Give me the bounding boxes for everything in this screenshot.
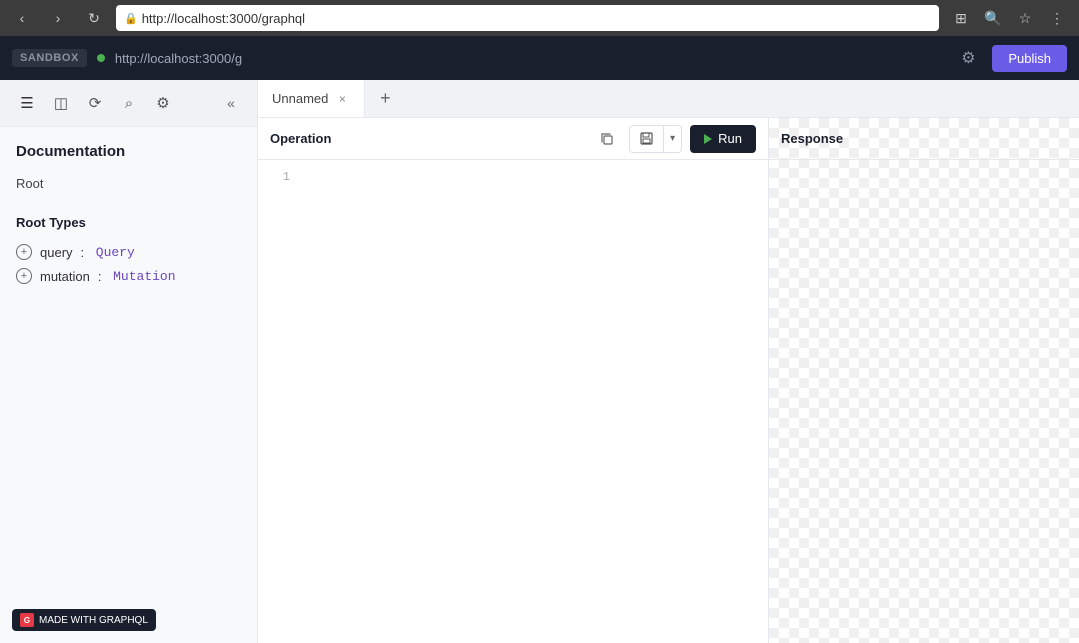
mutation-type-item[interactable]: + mutation: Mutation [16, 264, 241, 288]
docs-tool-button[interactable]: ☰ [12, 88, 42, 118]
search-tool-button[interactable]: ⌕ [114, 88, 144, 118]
sidebar: ☰ ◫ ⟳ ⌕ ⚙ « Documentation Root Root Type… [0, 80, 258, 643]
made-with-label: MADE WITH GRAPHQL [39, 615, 148, 626]
tabs-bar: Unnamed × + [258, 80, 1079, 118]
sandbox-badge: SANDBOX [12, 49, 87, 67]
browser-icons: ⊞ 🔍 ☆ ⋮ [947, 4, 1071, 32]
address-bar[interactable]: 🔒 http://localhost:3000/graphql [116, 5, 939, 31]
line-number-1: 1 [270, 170, 290, 184]
history-tool-button[interactable]: ⟳ [80, 88, 110, 118]
endpoint-url[interactable]: http://localhost:3000/g [115, 51, 945, 66]
sidebar-content: Documentation Root Root Types + query: Q… [0, 127, 257, 601]
panels-row: Operation [258, 118, 1079, 643]
app-header: SANDBOX http://localhost:3000/g ⚙ Publis… [0, 36, 1079, 80]
root-item[interactable]: Root [16, 172, 241, 195]
reload-button[interactable]: ↻ [80, 4, 108, 32]
mutation-value-label: Mutation [113, 269, 175, 284]
lock-icon: 🔒 [124, 12, 138, 25]
save-dropdown-button[interactable]: ▾ [663, 126, 681, 152]
sidebar-toolbar: ☰ ◫ ⟳ ⌕ ⚙ « [0, 80, 257, 127]
zoom-button[interactable]: 🔍 [979, 4, 1007, 32]
save-button-group: ▾ [629, 125, 682, 153]
operation-panel: Operation [258, 118, 769, 643]
back-button[interactable]: ‹ [8, 4, 36, 32]
documentation-title: Documentation [16, 143, 241, 160]
mutation-key-label: mutation [40, 269, 90, 284]
run-button[interactable]: Run [690, 125, 756, 153]
url-text: http://localhost:3000/graphql [142, 11, 305, 26]
graphql-logo: G [20, 613, 34, 627]
query-type-item[interactable]: + query: Query [16, 240, 241, 264]
query-key-label: query [40, 245, 73, 260]
made-with-badge[interactable]: G MADE WITH GRAPHQL [12, 609, 156, 631]
bookmark-tool-button[interactable]: ◫ [46, 88, 76, 118]
settings-button[interactable]: ⚙ [954, 44, 982, 72]
run-label: Run [718, 131, 742, 146]
query-expand-icon: + [16, 244, 32, 260]
save-button[interactable] [630, 126, 663, 152]
operation-panel-title: Operation [270, 131, 585, 146]
content-area: Unnamed × + Operation [258, 80, 1079, 643]
copy-button[interactable] [593, 125, 621, 153]
response-panel-header: Response [769, 118, 1079, 160]
query-value-label: Query [96, 245, 135, 260]
response-panel: Response [769, 118, 1079, 643]
more-options-button[interactable]: ⋮ [1043, 4, 1071, 32]
settings-tool-button[interactable]: ⚙ [148, 88, 178, 118]
publish-button[interactable]: Publish [992, 45, 1067, 72]
bookmark-star-button[interactable]: ☆ [1011, 4, 1039, 32]
operation-panel-header: Operation [258, 118, 768, 160]
root-types-title: Root Types [16, 215, 241, 230]
mutation-expand-icon: + [16, 268, 32, 284]
editor-area[interactable]: 1 [258, 160, 768, 643]
run-triangle-icon [704, 134, 712, 144]
tab-unnamed[interactable]: Unnamed × [258, 80, 365, 117]
main-layout: ☰ ◫ ⟳ ⌕ ⚙ « Documentation Root Root Type… [0, 80, 1079, 643]
add-tab-button[interactable]: + [369, 83, 401, 115]
translate-button[interactable]: ⊞ [947, 4, 975, 32]
tab-close-button[interactable]: × [334, 91, 350, 107]
response-panel-title: Response [781, 131, 1067, 146]
editor-line-1: 1 [258, 168, 768, 186]
sidebar-collapse-button[interactable]: « [217, 89, 245, 117]
browser-chrome: ‹ › ↻ 🔒 http://localhost:3000/graphql ⊞ … [0, 0, 1079, 36]
connection-status-dot [97, 54, 105, 62]
tab-label: Unnamed [272, 91, 328, 106]
forward-button[interactable]: › [44, 4, 72, 32]
